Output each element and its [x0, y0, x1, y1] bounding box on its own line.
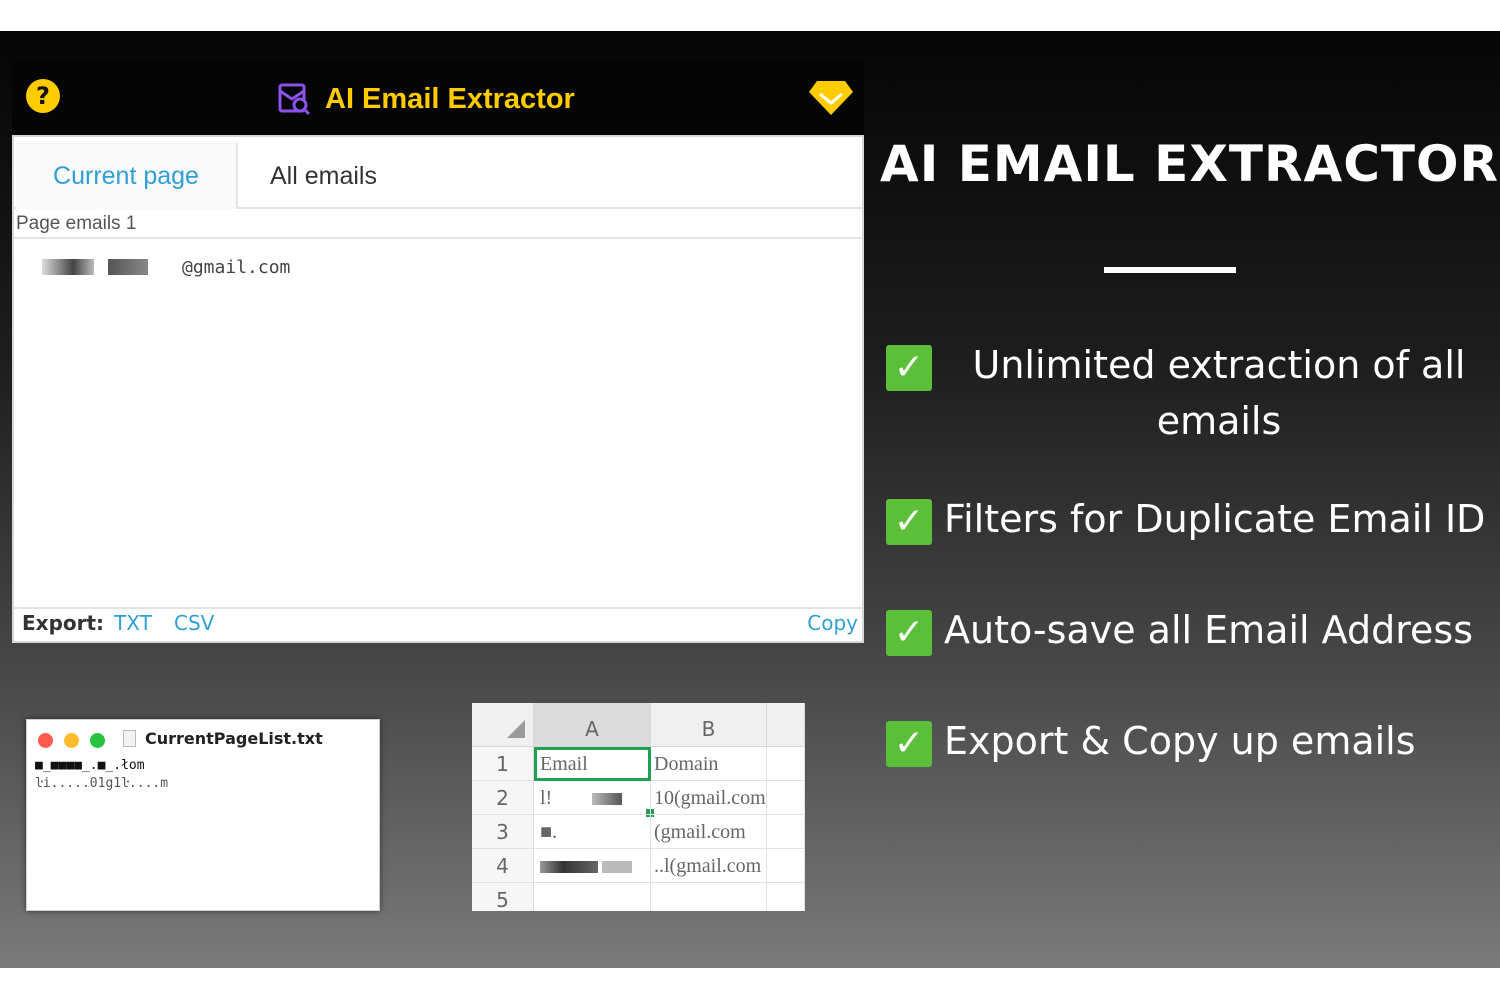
feature-text-line: emails: [1156, 399, 1282, 443]
cell-c2[interactable]: [767, 781, 805, 815]
feature-text: Export & Copy up emails: [944, 719, 1416, 763]
cell-c1[interactable]: [767, 747, 805, 781]
row-header[interactable]: 2: [472, 781, 534, 815]
promo-title: AI EMAIL EXTRACTOR: [880, 135, 1500, 193]
cell-a1[interactable]: Email: [534, 747, 651, 781]
copy-link[interactable]: Copy: [807, 611, 858, 635]
cell-a2[interactable]: l!: [534, 781, 651, 815]
page-emails-count: Page emails 1: [16, 213, 137, 234]
row-header[interactable]: 4: [472, 849, 534, 883]
feature-text-line: Unlimited extraction of all: [972, 343, 1466, 387]
popup-footer: Export: TXT CSV Copy: [22, 611, 858, 641]
row-header[interactable]: 5: [472, 883, 534, 911]
cell-c4[interactable]: [767, 849, 805, 883]
column-header-c[interactable]: [767, 703, 805, 747]
email-list-item[interactable]: @gmail.com: [42, 253, 290, 281]
window-minimize-button[interactable]: [64, 733, 79, 748]
cell-b5[interactable]: [651, 883, 767, 911]
redacted-text: [592, 793, 623, 806]
column-header-b[interactable]: B: [651, 703, 767, 747]
row-header[interactable]: 3: [472, 815, 534, 849]
popup-title: AI Email Extractor: [325, 82, 575, 115]
redacted-text: [42, 259, 94, 275]
app-logo-icon: [278, 83, 311, 116]
feature-item: ✓ Unlimited extraction of all emails: [886, 343, 1496, 453]
cell-b2[interactable]: 10(gmail.com: [651, 781, 767, 815]
text-file-line: ■_■■■■_.■_.łom: [35, 758, 145, 773]
feature-item: ✓ Export & Copy up emails: [886, 719, 1496, 775]
window-maximize-button[interactable]: [90, 733, 105, 748]
popup-title-group: AI Email Extractor: [277, 79, 575, 119]
select-all-corner[interactable]: [472, 703, 534, 747]
cell-b3[interactable]: (gmail.com: [651, 815, 767, 849]
promo-banner: ? AI Email Extractor Current page All em…: [0, 31, 1500, 968]
row-header[interactable]: 1: [472, 747, 534, 781]
email-domain: @gmail.com: [182, 256, 291, 278]
cell-a3[interactable]: ■.: [534, 815, 651, 849]
cell-a4[interactable]: [534, 849, 651, 883]
redacted-text: [602, 861, 632, 874]
tab-all-emails[interactable]: All emails: [270, 143, 377, 209]
feature-item: ✓ Filters for Duplicate Email ID: [886, 497, 1496, 553]
cell-text: l!: [540, 787, 553, 809]
document-icon: [123, 730, 136, 747]
footer-divider: [14, 607, 862, 609]
check-icon: ✓: [886, 721, 932, 767]
cell-a5[interactable]: [534, 883, 651, 911]
feature-text: Auto-save all Email Address: [944, 608, 1473, 652]
window-close-button[interactable]: [38, 733, 53, 748]
list-divider: [14, 237, 862, 239]
cell-b4[interactable]: ..l(gmail.com: [651, 849, 767, 883]
check-icon: ✓: [886, 610, 932, 656]
feature-text: Unlimited extraction of all emails: [944, 337, 1494, 449]
tab-bar: Current page All emails: [14, 137, 862, 209]
redacted-text: [108, 259, 148, 275]
corner-triangle-icon: [507, 720, 525, 738]
feature-text: Filters for Duplicate Email ID: [944, 497, 1486, 541]
export-txt-link[interactable]: TXT: [114, 611, 152, 635]
window-title: CurrentPageList.txt: [145, 729, 323, 748]
feature-item: ✓ Auto-save all Email Address: [886, 608, 1496, 664]
spreadsheet: A B 1 Email Domain 2 l! 10(gmail.com 3 ■…: [472, 703, 805, 911]
export-label: Export:: [22, 611, 105, 635]
diamond-icon[interactable]: [808, 79, 854, 117]
check-icon: ✓: [886, 499, 932, 545]
popup-header: ? AI Email Extractor: [12, 61, 864, 135]
popup-body: Current page All emails Page emails 1 @g…: [12, 135, 864, 643]
export-csv-link[interactable]: CSV: [174, 611, 214, 635]
title-underline: [1104, 267, 1236, 273]
cell-b1[interactable]: Domain: [651, 747, 767, 781]
help-icon[interactable]: ?: [26, 79, 60, 113]
text-file-window: CurrentPageList.txt ■_■■■■_.■_.łom ŀi...…: [26, 719, 380, 911]
cell-c5[interactable]: [767, 883, 805, 911]
cell-c3[interactable]: [767, 815, 805, 849]
tab-current-page[interactable]: Current page: [16, 143, 238, 209]
check-icon: ✓: [886, 345, 932, 391]
text-file-line: ŀi.....01g1ŀ....m: [35, 776, 169, 791]
column-header-a[interactable]: A: [534, 703, 651, 747]
redacted-text: [540, 861, 598, 874]
